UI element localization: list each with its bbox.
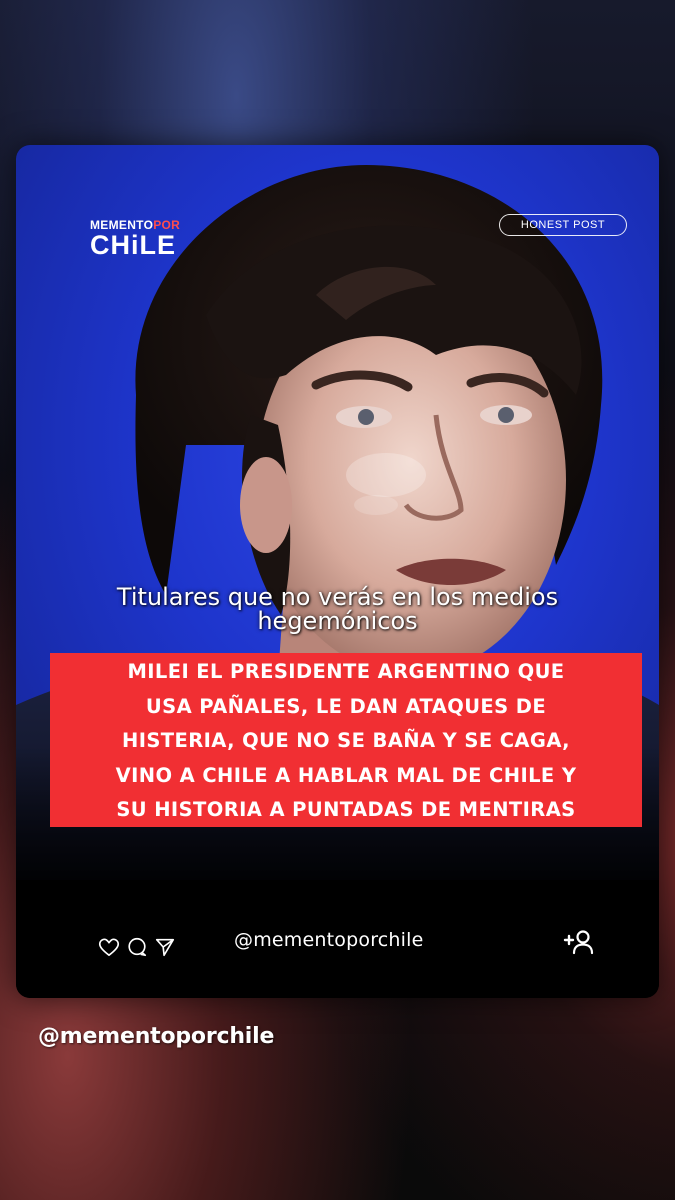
headline-line: USA PAÑALES, LE DAN ATAQUES DE	[145, 694, 547, 718]
brand-logo: MEMENTOPOR CHiLE	[90, 219, 180, 259]
subtitle-line: hegemónicos	[257, 607, 418, 635]
comment-icon[interactable]	[126, 936, 148, 958]
headline-line: SU HISTORIA A PUNTADAS DE MENTIRAS	[116, 798, 576, 821]
headline-line: MILEI EL PRESIDENTE ARGENTINO QUE	[127, 660, 565, 683]
post-actions	[98, 936, 176, 958]
headline-banner: MILEI EL PRESIDENTE ARGENTINO QUE USA PA…	[50, 653, 642, 827]
headline-line: HISTERIA, QUE NO SE BAÑA Y SE CAGA,	[121, 729, 570, 752]
post-card: MEMENTOPOR CHiLE HONEST POST Titulares q…	[16, 145, 659, 998]
heart-icon[interactable]	[98, 937, 120, 957]
honest-post-badge: HONEST POST	[499, 214, 627, 236]
share-icon[interactable]	[154, 936, 176, 958]
logo-word-chile: CHiLE	[90, 230, 176, 260]
add-user-icon[interactable]	[562, 929, 596, 961]
post-subtitle: Titulares que no verás en los medios heg…	[56, 585, 619, 633]
story-caption: @mementoporchile	[38, 1024, 275, 1049]
post-handle[interactable]: @mementoporchile	[234, 929, 424, 951]
subtitle-line: Titulares que no verás en los medios	[116, 583, 559, 611]
headline-line: VINO A CHILE A HABLAR MAL DE CHILE Y	[115, 763, 577, 787]
post-photo: MEMENTOPOR CHiLE HONEST POST Titulares q…	[16, 145, 659, 880]
